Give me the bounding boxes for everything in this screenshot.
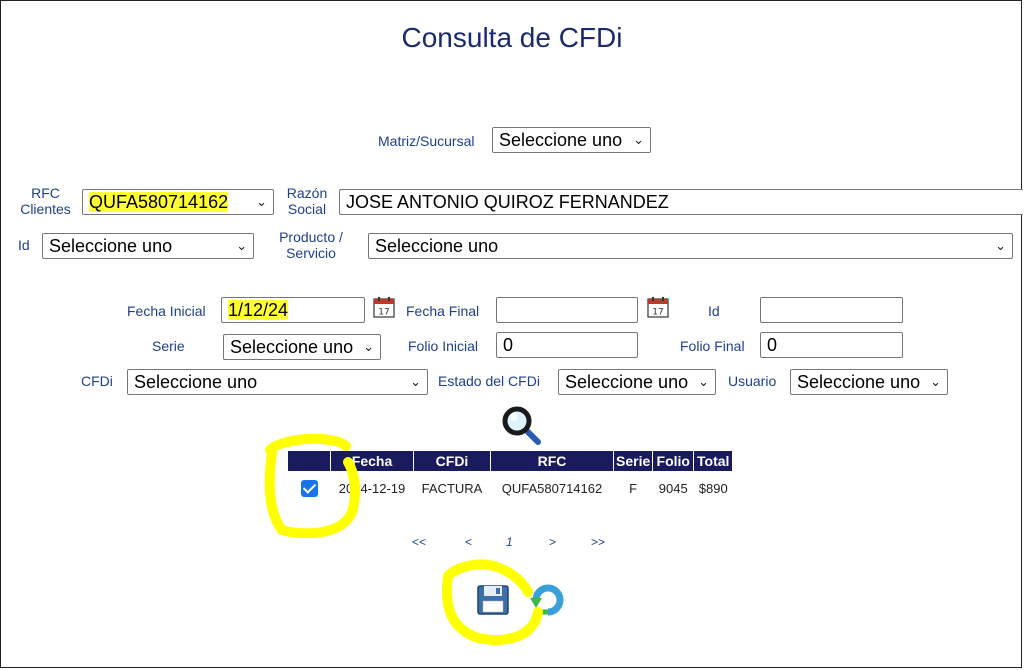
chevron-down-icon: ⌄ xyxy=(698,374,709,389)
matriz-select-value: Seleccione uno xyxy=(499,130,623,150)
chevron-down-icon: ⌄ xyxy=(410,374,421,389)
header-fecha[interactable]: Fecha xyxy=(330,451,414,471)
serie-select-value: Seleccione uno xyxy=(230,337,354,357)
chevron-down-icon: ⌄ xyxy=(995,238,1006,253)
estado-select-value: Seleccione uno xyxy=(565,372,689,392)
pager-next[interactable]: > xyxy=(549,535,556,549)
producto-label-line1: Producto / xyxy=(279,229,343,245)
calendar-icon[interactable]: 17 xyxy=(373,296,395,318)
svg-text:17: 17 xyxy=(652,308,663,318)
chevron-down-icon: ⌄ xyxy=(633,132,644,147)
razon-label: Razón Social xyxy=(282,185,332,217)
row-checkbox[interactable] xyxy=(300,479,318,497)
usuario-select[interactable]: Seleccione uno ⌄ xyxy=(790,369,948,395)
usuario-select-value: Seleccione uno xyxy=(797,372,921,392)
fecha-final-input[interactable] xyxy=(496,297,638,323)
calendar-icon[interactable]: 17 xyxy=(647,296,669,318)
producto-select[interactable]: Seleccione uno ⌄ xyxy=(368,233,1013,259)
header-rfc[interactable]: RFC xyxy=(490,451,614,471)
svg-text:17: 17 xyxy=(378,308,389,318)
cell-rfc: QUFA580714162 xyxy=(501,480,603,496)
cfdi-select[interactable]: Seleccione uno ⌄ xyxy=(127,369,428,395)
rfc-select[interactable]: QUFA580714162 ⌄ xyxy=(82,189,274,215)
chevron-down-icon: ⌄ xyxy=(256,194,267,209)
producto-label-line2: Servicio xyxy=(286,245,336,261)
header-select xyxy=(288,451,331,471)
header-total[interactable]: Total xyxy=(693,451,734,471)
id2-input[interactable] xyxy=(760,297,903,323)
cell-total: $890 xyxy=(698,480,728,496)
magnifier-icon[interactable] xyxy=(500,404,542,446)
fecha-final-label: Fecha Final xyxy=(406,303,480,319)
page-title: Consulta de CFDi xyxy=(401,22,623,53)
serie-select[interactable]: Seleccione uno ⌄ xyxy=(223,334,381,360)
pager-current-page[interactable]: 1 xyxy=(506,535,513,549)
chevron-down-icon: ⌄ xyxy=(363,339,374,354)
fecha-inicial-label: Fecha Inicial xyxy=(127,303,206,319)
rfc-label-line1: RFC xyxy=(31,185,60,201)
header-folio[interactable]: Folio xyxy=(652,451,695,471)
serie-label: Serie xyxy=(152,338,185,354)
pager-prev[interactable]: < xyxy=(465,535,472,549)
cfdi-select-value: Seleccione uno xyxy=(134,372,258,392)
cfdi-label: CFDi xyxy=(81,373,113,389)
usuario-label: Usuario xyxy=(728,373,777,389)
id-select[interactable]: Seleccione uno ⌄ xyxy=(42,233,254,259)
folio-inicial-label: Folio Inicial xyxy=(408,338,479,354)
rfc-label-line2: Clientes xyxy=(20,201,71,217)
table-row[interactable]: 2024-12-19 FACTURA QUFA580714162 F 9045 … xyxy=(288,471,733,505)
matriz-select[interactable]: Seleccione uno ⌄ xyxy=(492,127,651,153)
pager-first[interactable]: << xyxy=(412,535,426,549)
folio-final-input[interactable]: 0 xyxy=(760,332,903,358)
chevron-down-icon: ⌄ xyxy=(930,374,941,389)
table-header-row: Fecha CFDi RFC Serie Folio Total xyxy=(288,451,734,471)
pager-last[interactable]: >> xyxy=(591,535,605,549)
producto-select-value: Seleccione uno xyxy=(375,236,499,256)
estado-select[interactable]: Seleccione uno ⌄ xyxy=(558,369,716,395)
rfc-label: RFC Clientes xyxy=(18,185,73,217)
folio-inicial-input[interactable]: 0 xyxy=(496,332,638,358)
floppy-disk-icon[interactable] xyxy=(476,584,510,616)
folio-final-label: Folio Final xyxy=(680,338,745,354)
razon-label-line2: Social xyxy=(287,201,327,217)
estado-label: Estado del CFDi xyxy=(438,373,540,389)
matriz-label: Matriz/Sucursal xyxy=(378,133,475,149)
fecha-inicial-value: 1/12/24 xyxy=(228,300,289,320)
refresh-icon[interactable] xyxy=(528,580,568,618)
producto-label: Producto / Servicio xyxy=(272,229,350,261)
header-serie[interactable]: Serie xyxy=(613,451,654,471)
results-table: Fecha CFDi RFC Serie Folio Total 2024-12… xyxy=(288,451,734,505)
cell-folio: 9045 xyxy=(658,480,688,496)
razon-social-input[interactable]: JOSE ANTONIO QUIROZ FERNANDEZ xyxy=(339,189,1023,215)
id-select-value: Seleccione uno xyxy=(49,236,173,256)
id-label: Id xyxy=(18,237,30,253)
chevron-down-icon: ⌄ xyxy=(236,238,247,253)
razon-label-line1: Razón xyxy=(286,185,328,201)
cell-serie: F xyxy=(629,480,638,496)
id2-label: Id xyxy=(708,303,720,319)
fecha-inicial-input[interactable]: 1/12/24 xyxy=(221,297,365,323)
cell-cfdi: FACTURA xyxy=(421,480,483,496)
rfc-select-value: QUFA580714162 xyxy=(89,192,229,212)
header-cfdi[interactable]: CFDi xyxy=(413,451,491,471)
cell-fecha: 2024-12-19 xyxy=(338,480,406,496)
row-checkbox-cell[interactable] xyxy=(288,471,331,505)
